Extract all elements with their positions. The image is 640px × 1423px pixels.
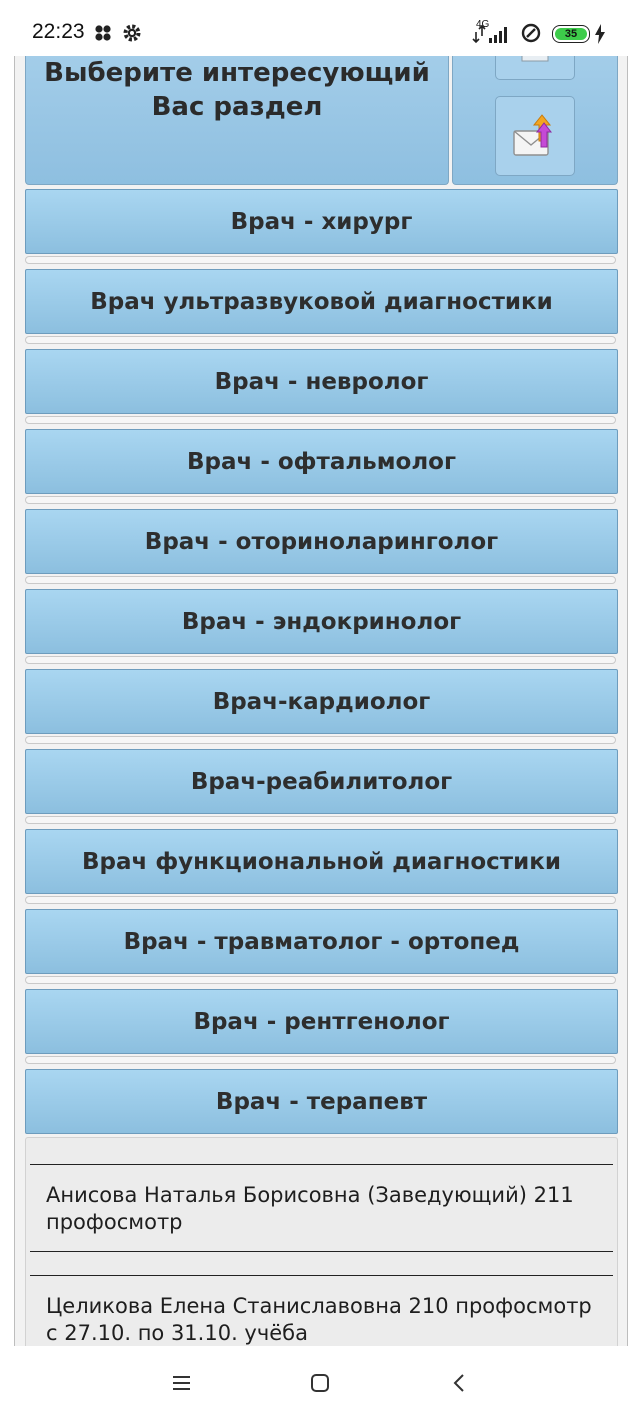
divider [25,496,616,504]
divider [25,416,616,424]
status-bar: 22:23 4G 35 [0,0,640,56]
divider [25,256,616,264]
list-separator [30,1164,613,1165]
menu-icon[interactable] [172,1374,192,1392]
page-content: Выберите интересующий Вас раздел Врач - … [14,56,628,1346]
divider [25,976,616,984]
send-message-button[interactable] [495,96,575,176]
doctor-list: Анисова Наталья Борисовна (Заведующий) 2… [25,1137,618,1346]
menu-button-surgeon[interactable]: Врач - хирург [25,189,618,254]
battery-icon: 35 [552,25,590,43]
divider [25,1056,616,1064]
divider [25,736,616,744]
page-title: Выберите интересующий Вас раздел [44,58,430,122]
charging-icon [595,24,605,44]
list-item[interactable]: Анисова Наталья Борисовна (Заведующий) 2… [46,1182,606,1236]
signal-icon [472,24,507,44]
menu-button-therapist[interactable]: Врач - терапевт [25,1069,618,1134]
status-time: 22:23 [32,20,85,43]
divider [25,336,616,344]
app-notification-icon [95,25,111,41]
menu-button-rehabilitologist[interactable]: Врач-реабилитолог [25,749,618,814]
mail-upload-icon [513,114,553,156]
section-header: Выберите интересующий Вас раздел [25,56,449,185]
menu-button-ent[interactable]: Врач - оториноларинголог [25,509,618,574]
menu-button-traumatologist[interactable]: Врач - травматолог - ортопед [25,909,618,974]
menu-button-ultrasound[interactable]: Врач ультразвуковой диагностики [25,269,618,334]
divider [25,576,616,584]
divider [25,656,616,664]
header-actions [452,56,618,185]
hotspot-icon [521,23,541,43]
settings-gear-icon [123,24,141,42]
battery-level: 35 [564,28,578,40]
list-item[interactable]: Целикова Елена Станиславовна 210 профосм… [46,1293,606,1346]
list-separator [30,1275,613,1276]
menu-button-neurologist[interactable]: Врач - невролог [25,349,618,414]
menu-button-cardiologist[interactable]: Врач-кардиолог [25,669,618,734]
document-button[interactable] [495,56,575,80]
back-icon[interactable] [452,1373,466,1393]
menu-button-ophthalmologist[interactable]: Врач - офтальмолог [25,429,618,494]
document-icon [521,56,549,62]
menu-button-functional-diagnostics[interactable]: Врач функциональной диагностики [25,829,618,894]
system-nav-bar [0,1346,640,1423]
home-icon[interactable] [310,1373,330,1393]
divider [25,816,616,824]
menu-button-radiologist[interactable]: Врач - рентгенолог [25,989,618,1054]
divider [25,896,616,904]
menu-button-endocrinologist[interactable]: Врач - эндокринолог [25,589,618,654]
list-separator [30,1251,613,1252]
